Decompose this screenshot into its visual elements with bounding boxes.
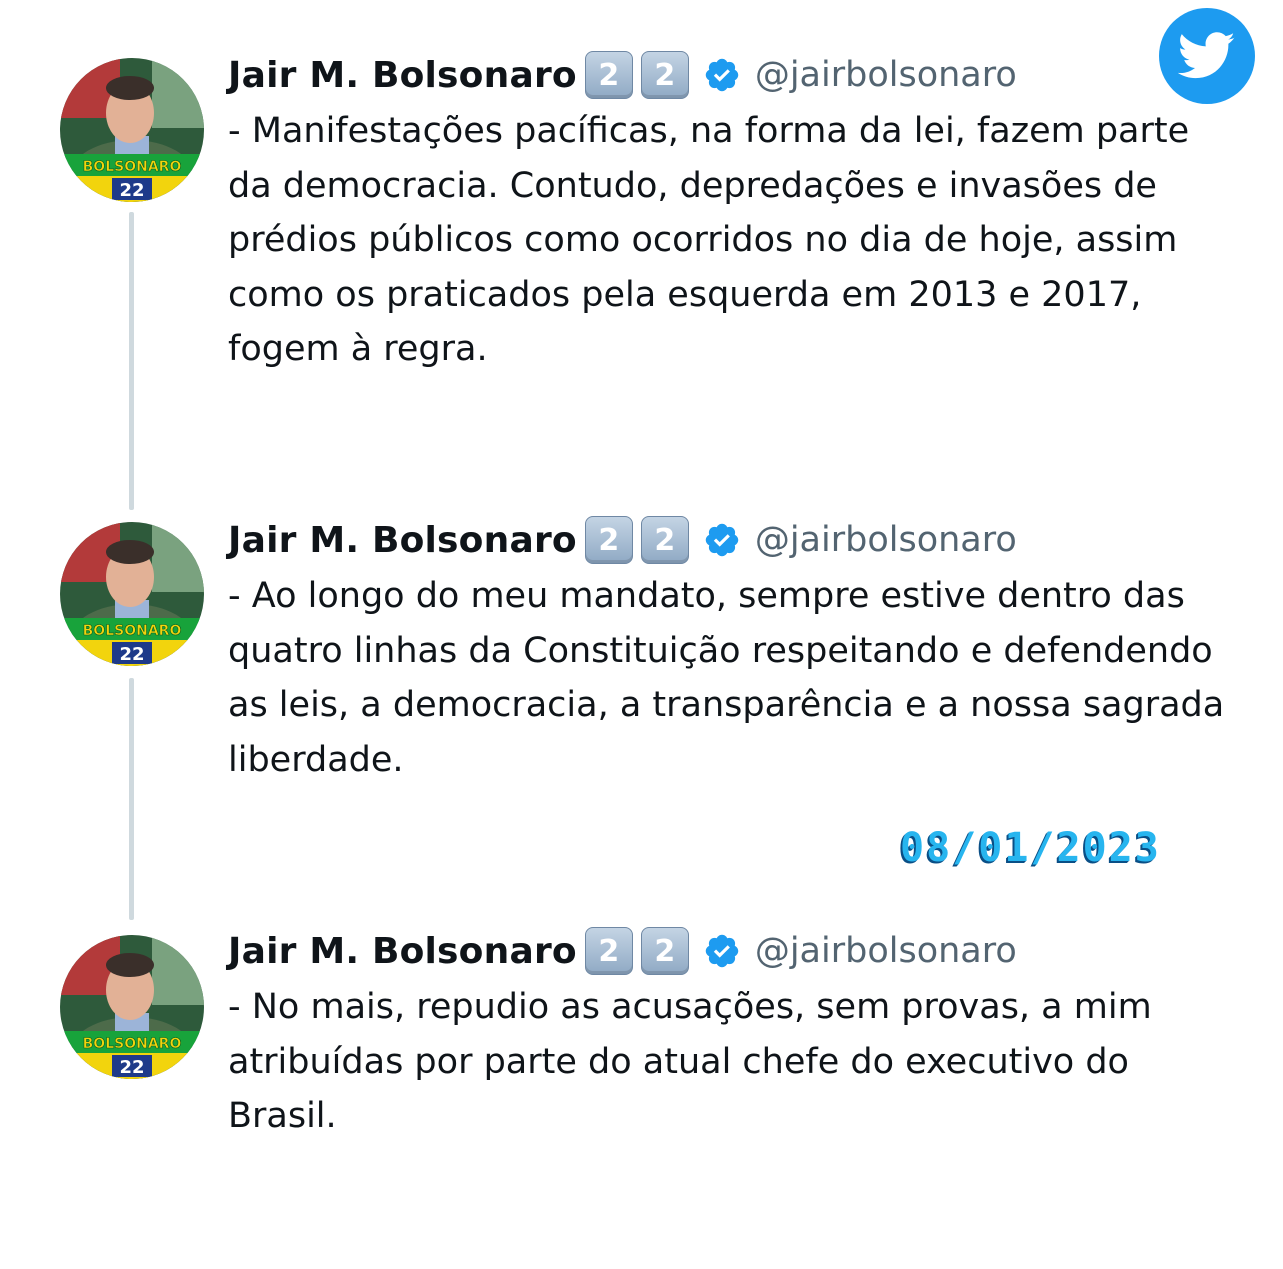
- avatar-number: 22: [119, 644, 144, 665]
- avatar[interactable]: BOLSONARO 22: [60, 522, 204, 666]
- author-name[interactable]: Jair M. Bolsonaro: [228, 520, 577, 561]
- twitter-logo-badge: [1159, 8, 1255, 104]
- verified-badge-icon: [705, 58, 739, 92]
- keycap-2-emoji: 2: [584, 516, 633, 564]
- tweet-header: Jair M. Bolsonaro 2 2 @jairbolsonaro: [228, 926, 1017, 976]
- avatar-label: BOLSONARO: [83, 623, 182, 639]
- thread-connector-2: [129, 678, 134, 920]
- date-stamp: 08/01/2023: [900, 825, 1161, 871]
- author-name[interactable]: Jair M. Bolsonaro: [228, 931, 577, 972]
- author-name[interactable]: Jair M. Bolsonaro: [228, 55, 577, 96]
- verified-badge-icon: [705, 523, 739, 557]
- verified-badge-icon: [705, 934, 739, 968]
- keycap-2-emoji: 2: [584, 927, 633, 975]
- avatar-number: 22: [119, 180, 144, 201]
- avatar[interactable]: BOLSONARO 22: [60, 935, 204, 1079]
- tweet-text: - No mais, repudio as acusações, sem pro…: [228, 987, 1152, 1136]
- avatar-label: BOLSONARO: [83, 159, 182, 175]
- author-handle[interactable]: @jairbolsonaro: [755, 520, 1017, 560]
- tweet-text: - Ao longo do meu mandato, sempre estive…: [228, 576, 1225, 780]
- thread-connector-1: [129, 212, 134, 510]
- keycap-2-emoji: 2: [640, 927, 689, 975]
- keycap-2-emoji: 2: [640, 51, 689, 99]
- author-handle[interactable]: @jairbolsonaro: [755, 55, 1017, 95]
- keycap-2-emoji: 2: [584, 51, 633, 99]
- twitter-bird-icon: [1178, 32, 1235, 79]
- avatar-number: 22: [119, 1057, 144, 1078]
- keycap-2-emoji: 2: [640, 516, 689, 564]
- avatar[interactable]: BOLSONARO 22: [60, 58, 204, 202]
- tweet-header: Jair M. Bolsonaro 2 2 @jairbolsonaro: [228, 50, 1017, 100]
- avatar-label: BOLSONARO: [83, 1036, 182, 1052]
- tweet-text: - Manifestações pacíficas, na forma da l…: [228, 111, 1190, 369]
- author-handle[interactable]: @jairbolsonaro: [755, 931, 1017, 971]
- tweet-header: Jair M. Bolsonaro 2 2 @jairbolsonaro: [228, 515, 1017, 565]
